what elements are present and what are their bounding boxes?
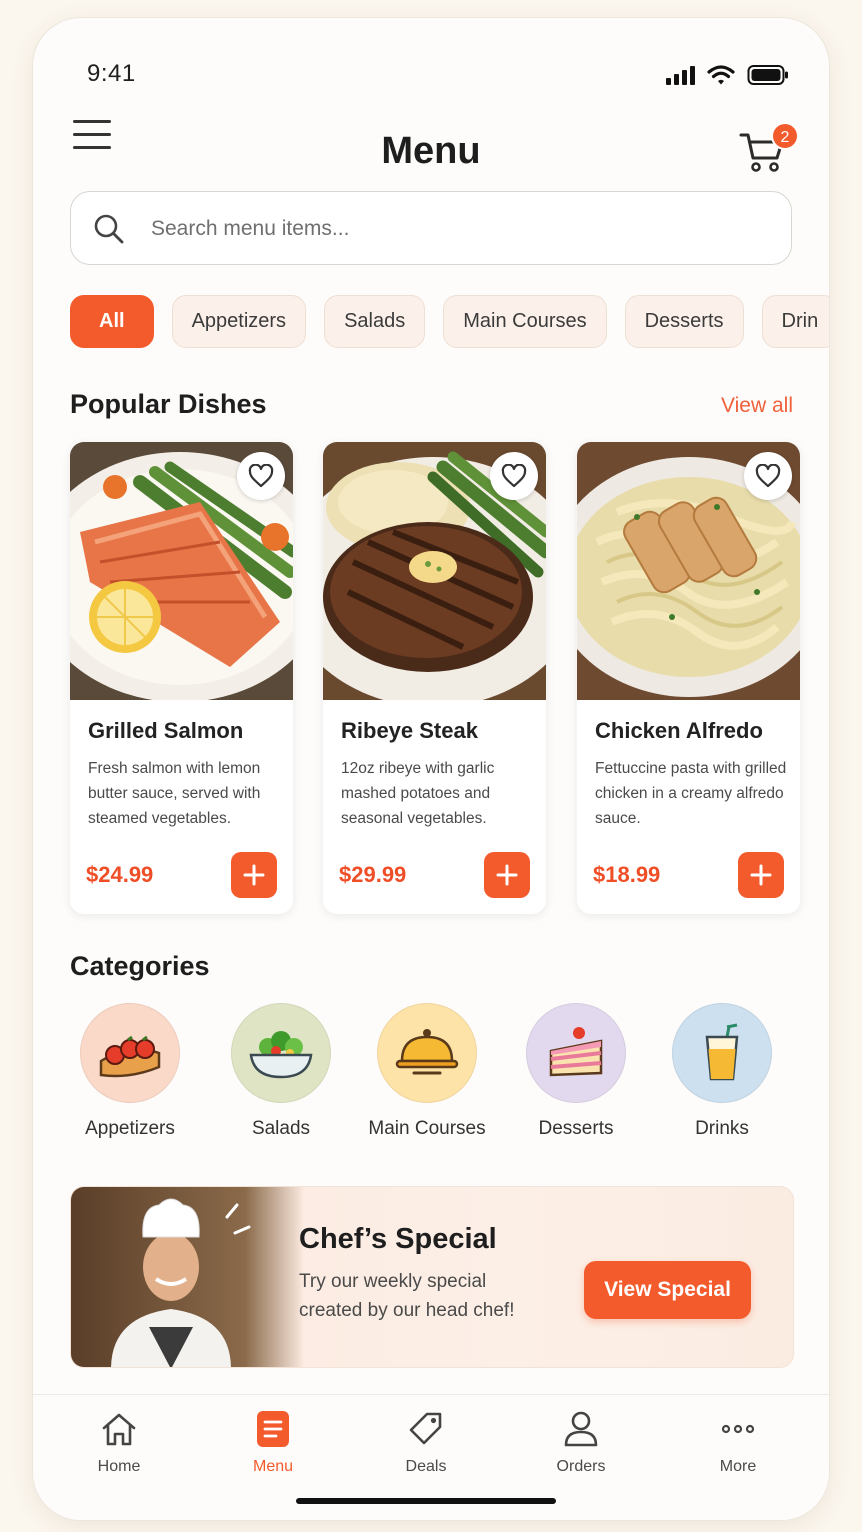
cloche-icon (377, 1003, 477, 1103)
heart-icon (248, 464, 274, 488)
tag-icon (409, 1412, 442, 1445)
menu-list-icon (257, 1411, 289, 1447)
add-to-cart-button[interactable] (231, 852, 277, 898)
categories-list: Appetizers Salads Main Courses Desserts … (70, 1003, 800, 1153)
status-bar: 9:41 (33, 18, 829, 98)
category-label: Drinks (695, 1118, 749, 1139)
view-special-button[interactable]: View Special (584, 1261, 751, 1319)
chip-drinks[interactable]: Drin (761, 295, 829, 348)
category-desserts[interactable]: Desserts (506, 1003, 646, 1140)
phone-screen: 9:41 Menu 2 Search menu items... All App… (33, 18, 829, 1520)
home-icon (102, 1413, 136, 1446)
chip-all[interactable]: All (70, 295, 154, 348)
banner-text: Try our weekly special created by our he… (299, 1271, 515, 1321)
dish-image-alfredo (577, 442, 800, 700)
category-drinks[interactable]: Drinks (652, 1003, 792, 1140)
view-all-link[interactable]: View all (721, 394, 793, 418)
category-label: Desserts (538, 1118, 614, 1139)
category-filter-chips: All Appetizers Salads Main Courses Desserts D… (70, 295, 829, 348)
chefs-special-banner: Chef’s Special Try our weekly special cr… (70, 1186, 794, 1368)
salad-bowl-icon (231, 1003, 331, 1103)
signal-icon (666, 66, 695, 85)
banner-title: Chef’s Special (299, 1223, 497, 1255)
nav-label: Menu (252, 1458, 294, 1475)
dish-price: $29.99 (339, 862, 407, 887)
category-appetizers[interactable]: Appetizers (60, 1003, 200, 1140)
add-to-cart-button[interactable] (484, 852, 530, 898)
category-label: Appetizers (85, 1118, 175, 1139)
dish-name: Grilled Salmon (88, 718, 244, 743)
category-salads[interactable]: Salads (211, 1003, 351, 1140)
search-bar[interactable] (70, 191, 792, 265)
dish-description: Fresh salmon with lemon butter sauce, se… (88, 760, 261, 827)
nav-label: Home (97, 1458, 141, 1475)
plus-icon (243, 864, 265, 886)
plus-icon (496, 864, 518, 886)
nav-label: Deals (405, 1458, 447, 1475)
nav-label: More (719, 1458, 757, 1475)
chip-salads[interactable]: Salads (324, 295, 426, 348)
bruschetta-icon (80, 1003, 180, 1103)
favorite-button[interactable] (744, 452, 792, 500)
dish-name: Ribeye Steak (341, 718, 478, 743)
dish-description: Fettuccine pasta with grilled chicken in… (595, 760, 787, 827)
nav-menu[interactable]: Menu (213, 1411, 333, 1476)
dish-card-chicken-alfredo[interactable]: Chicken Alfredo Fettuccine pasta with gr… (577, 442, 800, 914)
chip-main-courses[interactable]: Main Courses (443, 295, 607, 348)
dish-card-grilled-salmon[interactable]: Grilled Salmon Fresh salmon with lemon b… (70, 442, 293, 914)
category-main-courses[interactable]: Main Courses (357, 1003, 497, 1140)
plus-icon (750, 864, 772, 886)
nav-home[interactable]: Home (59, 1411, 179, 1476)
dish-price: $24.99 (86, 862, 154, 887)
dish-description: 12oz ribeye with garlic mashed potatoes … (341, 760, 495, 827)
nav-orders[interactable]: Orders (521, 1411, 641, 1476)
dish-image-steak (323, 442, 546, 700)
wifi-icon (707, 65, 735, 85)
cart-count-badge: 2 (771, 122, 799, 150)
add-to-cart-button[interactable] (738, 852, 784, 898)
favorite-button[interactable] (490, 452, 538, 500)
dish-name: Chicken Alfredo (595, 718, 763, 743)
categories-title: Categories (70, 951, 210, 981)
status-time: 9:41 (87, 60, 136, 87)
cake-slice-icon (526, 1003, 626, 1103)
search-input[interactable] (151, 210, 751, 248)
status-icons (665, 64, 789, 86)
dish-price: $18.99 (593, 862, 661, 887)
nav-label: Orders (556, 1458, 606, 1475)
category-label: Main Courses (368, 1118, 486, 1139)
page-title: Menu (381, 130, 481, 172)
favorite-button[interactable] (237, 452, 285, 500)
nav-deals[interactable]: Deals (366, 1411, 486, 1476)
bottom-nav: Home Menu Deals Orders More (33, 1394, 829, 1520)
search-icon (94, 214, 124, 244)
category-label: Salads (251, 1118, 311, 1139)
nav-more[interactable]: More (678, 1411, 798, 1476)
chip-desserts[interactable]: Desserts (624, 295, 744, 348)
popular-dishes-title: Popular Dishes (70, 389, 267, 419)
user-icon (564, 1411, 598, 1447)
chip-appetizers[interactable]: Appetizers (171, 295, 307, 348)
home-indicator (296, 1498, 556, 1504)
heart-icon (755, 464, 781, 488)
juice-glass-icon (672, 1003, 772, 1103)
battery-icon (747, 65, 788, 85)
chef-photo (71, 1187, 303, 1367)
more-dots-icon (721, 1424, 755, 1434)
dish-card-ribeye-steak[interactable]: Ribeye Steak 12oz ribeye with garlic mas… (323, 442, 546, 914)
heart-icon (501, 464, 527, 488)
dish-image-salmon (70, 442, 293, 700)
